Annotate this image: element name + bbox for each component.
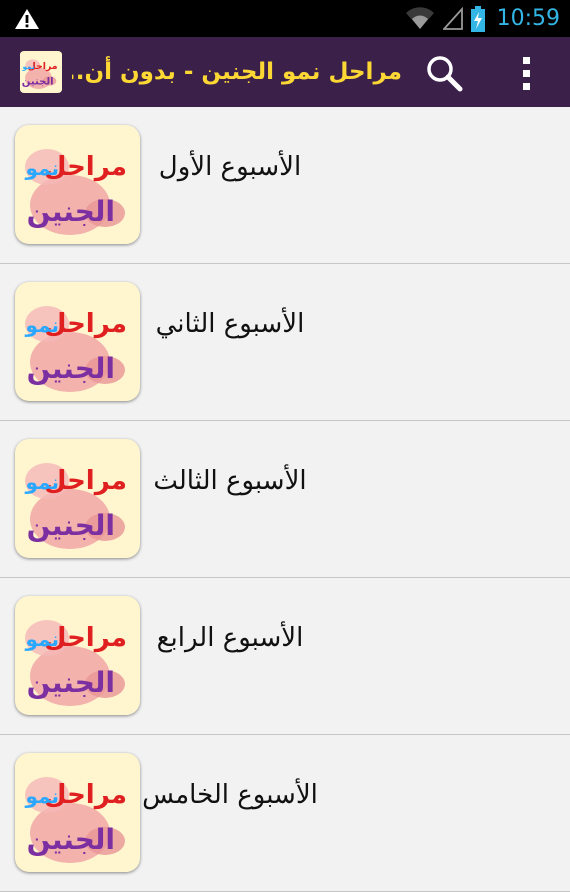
warning-icon xyxy=(15,9,39,29)
list-item-label: الأسبوع الرابع xyxy=(156,623,304,653)
list-item[interactable]: مراحل نمو الجنين الأسبوع الثالث xyxy=(0,421,570,578)
svg-text:الجنين: الجنين xyxy=(22,76,54,87)
overflow-menu-icon[interactable] xyxy=(512,53,542,93)
list-item-label: الأسبوع الثالث xyxy=(153,466,307,496)
signal-icon xyxy=(442,6,463,30)
fetus-logo-image: مراحل نمو الجنين xyxy=(15,282,140,401)
weeks-list: مراحل نمو الجنين الأسبوع الأول مراحل نمو… xyxy=(0,107,570,892)
svg-text:الجنين: الجنين xyxy=(27,509,115,542)
list-item[interactable]: مراحل نمو الجنين الأسبوع الخامس xyxy=(0,735,570,892)
svg-text:الجنين: الجنين xyxy=(27,352,115,385)
wifi-icon xyxy=(405,6,434,29)
fetus-logo-image: مراحل نمو الجنين xyxy=(15,125,140,244)
battery-charging-icon xyxy=(470,5,485,32)
svg-text:نمو: نمو xyxy=(25,156,59,180)
list-item-label: الأسبوع الأول xyxy=(158,152,302,182)
fetus-logo-image: مراحل نمو الجنين xyxy=(15,753,140,872)
search-icon[interactable] xyxy=(424,53,464,93)
svg-text:نمو: نمو xyxy=(25,313,59,337)
svg-text:نمو: نمو xyxy=(25,784,59,808)
svg-text:الجنين: الجنين xyxy=(27,666,115,699)
svg-text:الجنين: الجنين xyxy=(27,195,115,228)
fetus-logo-image: مراحل نمو الجنين xyxy=(15,596,140,715)
fetus-logo-image: مراحل نمو الجنين xyxy=(20,52,62,92)
svg-text:الجنين: الجنين xyxy=(27,823,115,856)
list-item[interactable]: مراحل نمو الجنين الأسبوع الثاني xyxy=(0,264,570,421)
app-title: مراحل نمو الجنين - بدون أن.. xyxy=(72,59,402,85)
action-bar: مراحل نمو الجنين مراحل نمو الجنين - بدون… xyxy=(0,37,570,107)
svg-text:نمو: نمو xyxy=(25,627,59,651)
app-logo[interactable]: مراحل نمو الجنين xyxy=(20,51,62,93)
clock-time: 10:59 xyxy=(496,6,560,31)
list-item-label: الأسبوع الخامس xyxy=(142,780,318,810)
svg-text:نمو: نمو xyxy=(25,470,59,494)
list-item[interactable]: مراحل نمو الجنين الأسبوع الأول xyxy=(0,107,570,264)
status-bar: 10:59 xyxy=(0,0,570,37)
list-item[interactable]: مراحل نمو الجنين الأسبوع الرابع xyxy=(0,578,570,735)
fetus-logo-image: مراحل نمو الجنين xyxy=(15,439,140,558)
svg-text:نمو: نمو xyxy=(21,62,35,71)
list-item-label: الأسبوع الثاني xyxy=(155,309,305,339)
